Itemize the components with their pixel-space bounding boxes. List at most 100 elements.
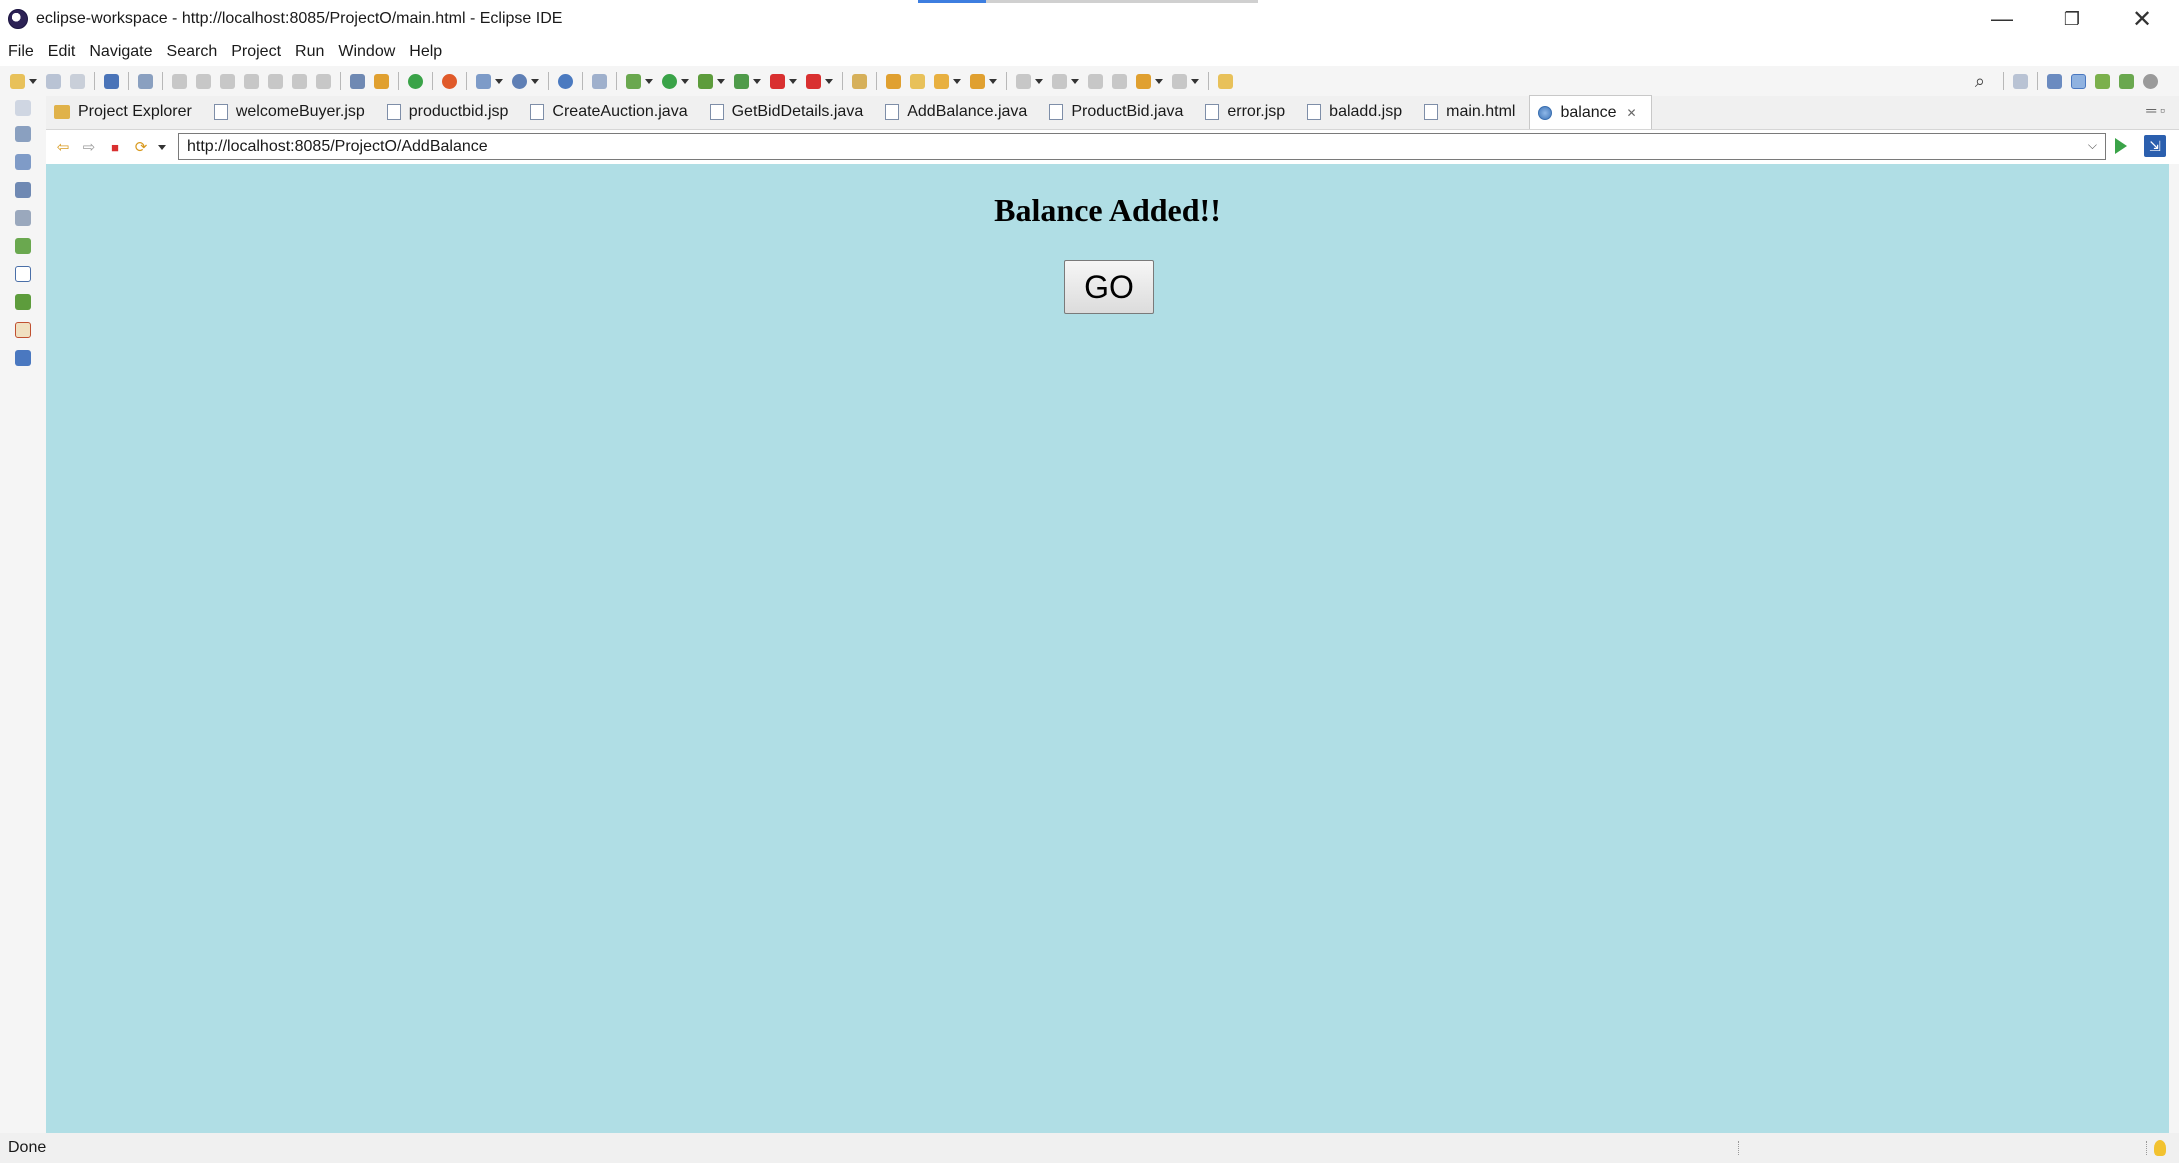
new-server-icon[interactable] — [476, 73, 491, 89]
open-task-icon[interactable] — [886, 73, 901, 89]
tab-balance[interactable]: balance ✕ — [1529, 95, 1652, 129]
quick-access-icon[interactable] — [934, 73, 949, 89]
save-all-icon[interactable] — [70, 73, 85, 89]
jee-perspective-icon[interactable] — [2047, 73, 2062, 89]
prev-annotation-icon[interactable] — [1052, 73, 1067, 89]
terminate-icon[interactable] — [220, 73, 235, 89]
menu-run[interactable]: Run — [295, 43, 324, 61]
last-edit-icon[interactable] — [1088, 73, 1103, 89]
stop-icon[interactable]: ■ — [106, 138, 124, 156]
close-window-button[interactable]: ✕ — [2112, 0, 2172, 38]
url-input[interactable]: http://localhost:8085/ProjectO/AddBalanc… — [178, 133, 2106, 160]
external-tools-icon[interactable] — [806, 73, 821, 89]
open-console-icon[interactable] — [350, 73, 365, 89]
tab-productbid-java[interactable]: ProductBid.java — [1041, 95, 1197, 129]
next-annotation-icon[interactable] — [1016, 73, 1031, 89]
file-icon — [1424, 104, 1439, 120]
eclipse-logo-icon — [8, 9, 28, 29]
minimize-button[interactable]: — — [1972, 0, 2032, 38]
go-arrow-icon[interactable] — [2115, 138, 2127, 154]
problems-icon[interactable] — [15, 350, 31, 366]
open-type-icon[interactable] — [592, 73, 607, 89]
data-source-icon[interactable] — [15, 294, 31, 310]
server-start-icon[interactable] — [408, 73, 423, 89]
git-perspective-icon[interactable] — [2143, 73, 2158, 89]
new-web-icon[interactable] — [512, 73, 527, 89]
menu-window[interactable]: Window — [338, 43, 395, 61]
close-tab-icon[interactable]: ✕ — [1627, 106, 1637, 120]
debug-perspective-icon[interactable] — [2119, 73, 2134, 89]
url-history-chevron-icon[interactable]: ⌵ — [2088, 138, 2097, 153]
open-perspective-button-icon[interactable] — [2013, 73, 2028, 89]
coverage-icon[interactable] — [734, 73, 749, 89]
open-resource-icon[interactable] — [910, 73, 925, 89]
back-history-icon[interactable] — [1136, 73, 1151, 89]
folder-icon — [54, 105, 70, 119]
tab-baladd-jsp[interactable]: baladd.jsp — [1299, 95, 1416, 129]
java-perspective-icon[interactable] — [2095, 73, 2110, 89]
run-config-icon[interactable] — [698, 73, 713, 89]
new-dropdown-icon[interactable] — [29, 78, 37, 84]
menu-search[interactable]: Search — [167, 43, 218, 61]
restore-view-icon[interactable] — [15, 100, 31, 116]
tab-main-html[interactable]: main.html — [1416, 95, 1529, 129]
refresh-icon[interactable]: ⟳ — [132, 138, 150, 156]
annotation-icon[interactable] — [970, 73, 985, 89]
back-arrow-icon[interactable]: ⇦ — [54, 138, 72, 156]
browser-viewport: Balance Added!! GO — [46, 164, 2169, 1133]
menu-navigate[interactable]: Navigate — [89, 43, 152, 61]
java-file-icon — [885, 104, 900, 120]
java-file-icon — [709, 104, 724, 120]
new-icon[interactable] — [10, 73, 25, 89]
tab-addbalance-java[interactable]: AddBalance.java — [877, 95, 1041, 129]
forward-arrow-icon[interactable]: ⇨ — [80, 138, 98, 156]
go-button[interactable]: GO — [1064, 260, 1154, 314]
menu-help[interactable]: Help — [409, 43, 442, 61]
suspend-icon[interactable] — [196, 73, 211, 89]
right-edge — [2169, 164, 2179, 1133]
console-icon[interactable] — [15, 266, 31, 282]
outline-icon[interactable] — [15, 182, 31, 198]
skip-breakpoints-icon[interactable] — [138, 73, 153, 89]
tip-bulb-icon[interactable] — [2154, 1140, 2166, 1156]
web-perspective-icon[interactable] — [2071, 73, 2086, 89]
open-perspective-icon[interactable] — [1218, 73, 1233, 89]
tab-createauction-java[interactable]: CreateAuction.java — [522, 95, 701, 129]
servers-icon[interactable] — [15, 238, 31, 254]
open-terminal-icon[interactable] — [104, 73, 119, 89]
tab-welcomebuyer-jsp[interactable]: welcomeBuyer.jsp — [206, 95, 379, 129]
build-icon[interactable] — [374, 73, 389, 89]
run-icon[interactable] — [662, 73, 677, 89]
chevron-down-icon[interactable] — [158, 144, 166, 150]
step-into-icon[interactable] — [268, 73, 283, 89]
stop-icon[interactable] — [770, 73, 785, 89]
editor-tab-bar: Project Explorer welcomeBuyer.jsp produc… — [46, 95, 2179, 130]
menu-edit[interactable]: Edit — [48, 43, 76, 61]
task-icon[interactable] — [852, 73, 867, 89]
tab-productbid-jsp[interactable]: productbid.jsp — [379, 95, 523, 129]
tab-error-jsp[interactable]: error.jsp — [1197, 95, 1299, 129]
open-browser-icon[interactable] — [558, 73, 573, 89]
restore-button[interactable]: ❐ — [2042, 0, 2102, 38]
navigator-icon[interactable] — [15, 154, 31, 170]
search-icon[interactable]: ⌕ — [1975, 71, 1985, 92]
resume-icon[interactable] — [172, 73, 187, 89]
type-hierarchy-icon[interactable] — [15, 210, 31, 226]
forward-history-icon[interactable] — [1172, 73, 1187, 89]
minimize-maximize-icon[interactable]: ═ ▫ — [2146, 102, 2165, 118]
save-icon[interactable] — [46, 73, 61, 89]
pin-editor-icon[interactable] — [1112, 73, 1127, 89]
disconnect-icon[interactable] — [244, 73, 259, 89]
junit-icon[interactable] — [15, 322, 31, 338]
tab-getbiddetails-java[interactable]: GetBidDetails.java — [702, 95, 878, 129]
package-explorer-icon[interactable] — [15, 126, 31, 142]
tab-project-explorer[interactable]: Project Explorer — [46, 95, 206, 129]
window-title: eclipse-workspace - http://localhost:808… — [36, 10, 563, 27]
browser-refresh-icon[interactable] — [442, 73, 457, 89]
menu-project[interactable]: Project — [231, 43, 281, 61]
debug-icon[interactable] — [626, 73, 641, 89]
step-over-icon[interactable] — [292, 73, 307, 89]
menu-file[interactable]: File — [8, 43, 34, 61]
external-browser-icon[interactable]: ⇲ — [2144, 135, 2166, 157]
step-return-icon[interactable] — [316, 73, 331, 89]
